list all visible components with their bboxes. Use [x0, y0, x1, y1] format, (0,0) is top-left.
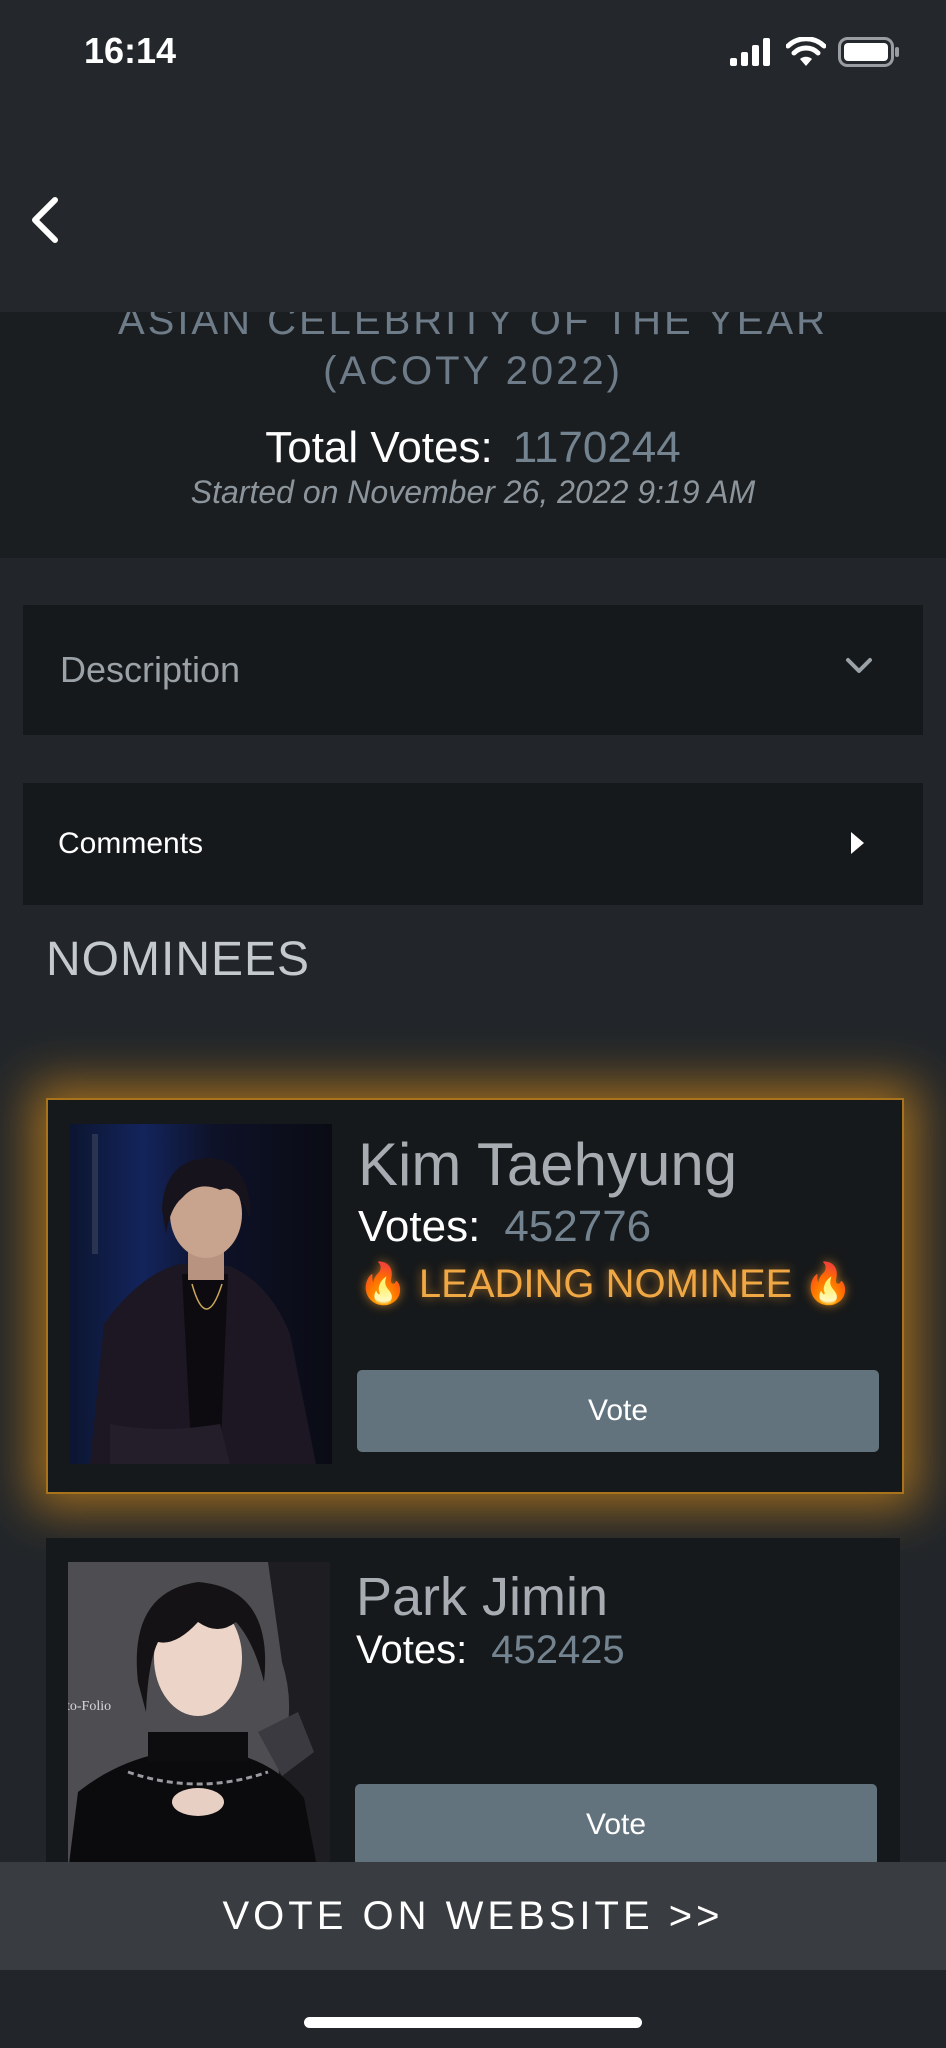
poll-title-line2: (ACOTY 2022)	[323, 349, 623, 393]
home-indicator[interactable]	[304, 2017, 642, 2028]
nominee-votes: Votes: 452776	[358, 1202, 651, 1252]
description-dropdown[interactable]: Description	[23, 605, 923, 735]
poll-title-line1: ASIAN CELEBRITY OF THE YEAR	[117, 312, 829, 343]
vote-on-website-button[interactable]: VOTE ON WEBSITE >>	[0, 1862, 946, 1970]
back-chevron-icon	[32, 197, 58, 243]
nav-bar	[0, 100, 946, 312]
wifi-icon	[786, 37, 826, 66]
votes-value: 452776	[504, 1202, 652, 1251]
description-label: Description	[60, 649, 241, 690]
home-indicator-area	[0, 1970, 946, 2048]
nominees-heading: NOMINEES	[46, 933, 311, 986]
nominee-name: Park Jimin	[356, 1567, 609, 1627]
caret-right-icon	[851, 832, 864, 854]
nominee-photo	[70, 1124, 332, 1464]
poll-title: ASIAN CELEBRITY OF THE YEAR (ACOTY 2022)	[0, 312, 946, 396]
back-button[interactable]	[20, 190, 70, 250]
leading-nominee-badge: 🔥 LEADING NOMINEE 🔥	[358, 1262, 854, 1306]
votes-value: 452425	[491, 1628, 625, 1672]
total-votes: Total Votes: 1170244	[0, 422, 946, 474]
nominee-name: Kim Taehyung	[358, 1131, 738, 1198]
poll-start-date: Started on November 26, 2022 9:19 AM	[190, 474, 756, 510]
nominee-votes: Votes: 452425	[356, 1628, 625, 1673]
comments-link[interactable]: Comments	[23, 783, 923, 905]
vote-button[interactable]: Vote	[357, 1370, 879, 1452]
nominee-photo: to-Folio	[68, 1562, 330, 1868]
nominee-card-leading: Kim Taehyung Votes: 452776 🔥 LEADING NOMI…	[46, 1098, 904, 1494]
votes-label: Votes:	[358, 1202, 481, 1251]
vote-on-website-label: VOTE ON WEBSITE >>	[222, 1893, 724, 1938]
poll-header: ASIAN CELEBRITY OF THE YEAR (ACOTY 2022)…	[0, 312, 946, 558]
photo-caption: to-Folio	[68, 1699, 111, 1714]
comments-label: Comments	[58, 827, 204, 860]
nominee-card: to-Folio Park Jimin Votes: 452425 Vote	[46, 1538, 900, 1868]
status-time: 16:14	[84, 30, 177, 71]
status-icons	[730, 30, 900, 74]
votes-label: Votes:	[356, 1628, 468, 1672]
battery-icon	[838, 37, 899, 67]
vote-button[interactable]: Vote	[355, 1784, 877, 1866]
signal-icon	[730, 38, 770, 66]
total-votes-label: Total Votes:	[265, 423, 493, 472]
total-votes-value: 1170244	[512, 423, 681, 472]
chevron-down-icon	[846, 658, 872, 673]
